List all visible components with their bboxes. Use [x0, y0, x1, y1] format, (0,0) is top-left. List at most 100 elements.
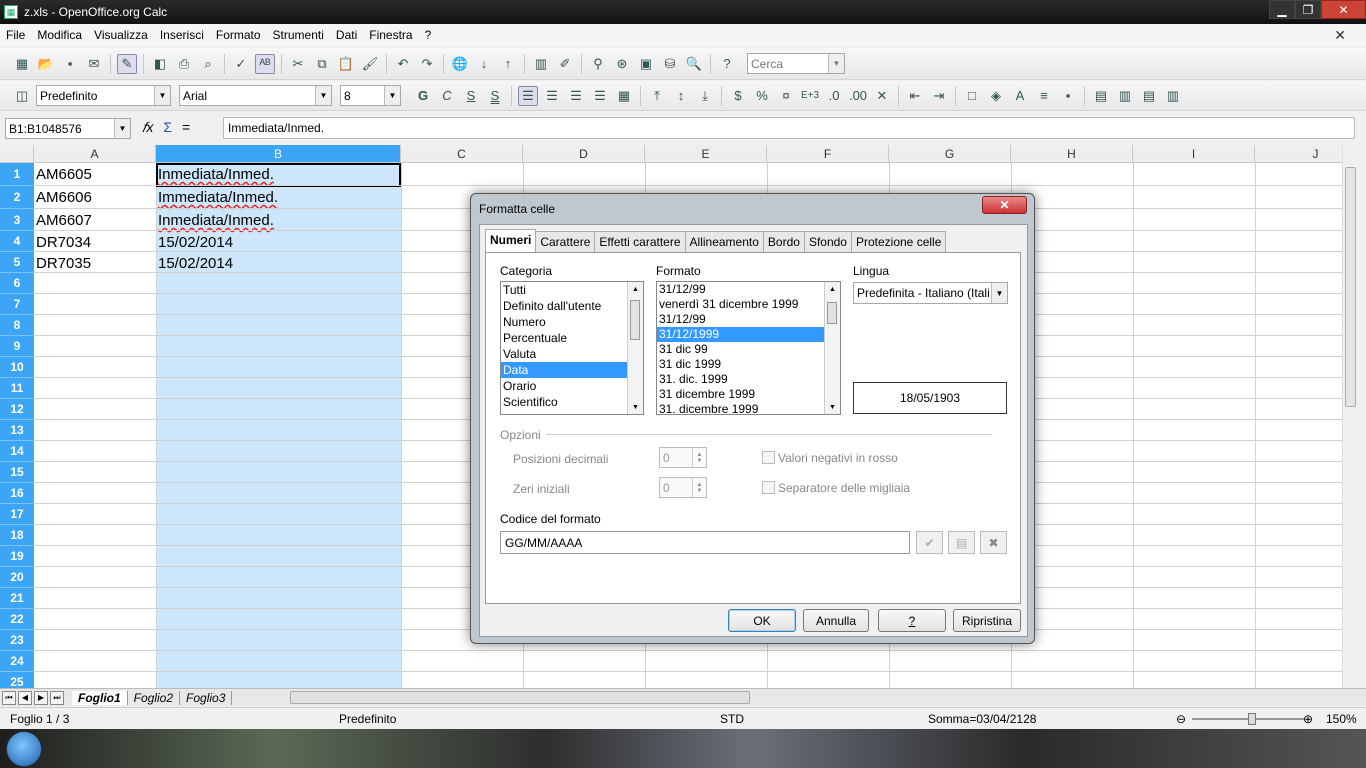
scroll-thumb[interactable] — [630, 300, 640, 340]
tab-sfondo[interactable]: Sfondo — [803, 231, 852, 252]
cell-a4[interactable]: DR7034 — [34, 233, 91, 253]
column-header-b[interactable]: B — [156, 145, 401, 163]
category-list[interactable]: Tutti Definito dall'utente Numero Percen… — [500, 281, 644, 415]
background-color-icon[interactable]: ◈ — [986, 86, 1006, 106]
font-color-icon[interactable]: A — [1010, 86, 1030, 106]
ok-button[interactable]: OK — [728, 609, 796, 632]
tab-allineamento[interactable]: Allineamento — [684, 231, 764, 252]
category-item[interactable]: Numero — [501, 314, 643, 330]
copy-icon[interactable]: ⧉ — [312, 54, 332, 74]
undo-icon[interactable]: ↶ — [393, 54, 413, 74]
category-scrollbar[interactable]: ▲ ▼ — [627, 282, 643, 414]
row-header-17[interactable]: 17 — [0, 504, 34, 525]
italic-icon[interactable]: C — [437, 86, 457, 106]
line-style-icon[interactable]: ≡ — [1034, 86, 1054, 106]
name-box[interactable]: B1:B1048576 ▼ — [5, 118, 131, 139]
format-item[interactable]: 31/12/99 — [657, 282, 840, 297]
sum-icon[interactable]: Σ — [163, 119, 172, 136]
format-scrollbar[interactable]: ▲ ▼ — [824, 282, 840, 414]
add-decimal-icon[interactable]: .0 — [824, 86, 844, 106]
category-item[interactable]: Orario — [501, 378, 643, 394]
row-header-9[interactable]: 9 — [0, 336, 34, 357]
delete-code-icon[interactable]: ✖ — [980, 531, 1007, 554]
prev-sheet-icon[interactable]: ◀ — [18, 690, 32, 705]
format-code-input[interactable]: GG/MM/AAAA — [500, 531, 910, 554]
column-header-f[interactable]: F — [767, 145, 889, 163]
row-header-5[interactable]: 5 — [0, 252, 34, 273]
export-pdf-icon[interactable]: ◧ — [150, 54, 170, 74]
negative-red-checkbox[interactable] — [762, 451, 775, 464]
row-header-23[interactable]: 23 — [0, 630, 34, 651]
row-header-18[interactable]: 18 — [0, 525, 34, 546]
cell-a1[interactable]: AM6605 — [34, 165, 92, 185]
font-size-combo[interactable]: 8 ▼ — [340, 85, 401, 106]
decimals-spinner[interactable]: 0 ▲ ▼ — [659, 447, 707, 468]
insert-column-icon[interactable]: ▥ — [1115, 86, 1135, 106]
justify-icon[interactable]: ☰ — [590, 86, 610, 106]
chevron-down-icon[interactable]: ▼ — [991, 283, 1007, 303]
styles-icon[interactable]: ◫ — [12, 86, 32, 106]
cell-b3[interactable]: Inmediata/Inmed. — [156, 211, 274, 231]
language-combo[interactable]: Predefinita - Italiano (Itali ▼ — [853, 282, 1008, 304]
column-header-i[interactable]: I — [1133, 145, 1255, 163]
scroll-up-icon[interactable]: ▲ — [825, 282, 840, 296]
currency-icon[interactable]: $ — [728, 86, 748, 106]
sort-ascending-icon[interactable]: ↓ — [474, 54, 494, 74]
row-header-1[interactable]: 1 — [0, 163, 34, 186]
format-item[interactable]: venerdì 31 dicembre 1999 — [657, 297, 840, 312]
minimize-button[interactable]: ▁ — [1269, 0, 1295, 19]
gallery-icon[interactable]: ▣ — [636, 54, 656, 74]
row-header-12[interactable]: 12 — [0, 399, 34, 420]
leading-zeros-spinner[interactable]: 0 ▲ ▼ — [659, 477, 707, 498]
row-header-7[interactable]: 7 — [0, 294, 34, 315]
column-header-d[interactable]: D — [523, 145, 645, 163]
category-item[interactable]: Definito dall'utente — [501, 298, 643, 314]
print-icon[interactable]: ⎙ — [174, 54, 194, 74]
help-button[interactable]: ? — [878, 609, 946, 632]
email-icon[interactable]: ✉ — [84, 54, 104, 74]
row-header-8[interactable]: 8 — [0, 315, 34, 336]
column-header-a[interactable]: A — [34, 145, 156, 163]
datasource-icon[interactable]: ⛁ — [660, 54, 680, 74]
column-header-g[interactable]: G — [889, 145, 1011, 163]
borders-icon[interactable]: □ — [962, 86, 982, 106]
align-middle-icon[interactable]: ↕ — [671, 86, 691, 106]
open-icon[interactable]: 📂 — [36, 54, 56, 74]
chevron-down-icon[interactable]: ▼ — [154, 86, 170, 105]
row-header-22[interactable]: 22 — [0, 609, 34, 630]
scroll-up-icon[interactable]: ▲ — [628, 282, 643, 296]
style-combo[interactable]: Predefinito ▼ — [36, 85, 171, 106]
edit-comment-icon[interactable]: ▤ — [948, 531, 975, 554]
cell-b4[interactable]: 15/02/2014 — [156, 233, 233, 253]
cell-b2[interactable]: Immediata/Inmed. — [156, 188, 278, 208]
thousands-separator-checkbox[interactable] — [762, 481, 775, 494]
redo-icon[interactable]: ↷ — [417, 54, 437, 74]
chevron-down-icon[interactable]: ▼ — [384, 86, 400, 105]
cell-b5[interactable]: 15/02/2014 — [156, 254, 233, 274]
maximize-button[interactable]: ❐ — [1295, 0, 1321, 19]
menu-finestra[interactable]: Finestra — [369, 28, 412, 42]
column-header-h[interactable]: H — [1011, 145, 1133, 163]
chart-icon[interactable]: ▥ — [531, 54, 551, 74]
standard-format-icon[interactable]: ¤ — [776, 86, 796, 106]
start-button-icon[interactable] — [6, 731, 42, 767]
cell-a2[interactable]: AM6606 — [34, 188, 92, 208]
column-header-c[interactable]: C — [401, 145, 523, 163]
format-item[interactable]: 31/12/99 — [657, 312, 840, 327]
tab-effetti-carattere[interactable]: Effetti carattere — [594, 231, 686, 252]
decrease-indent-icon[interactable]: ⇤ — [905, 86, 925, 106]
row-header-16[interactable]: 16 — [0, 483, 34, 504]
row-header-10[interactable]: 10 — [0, 357, 34, 378]
paste-icon[interactable]: 📋 — [336, 54, 356, 74]
align-left-icon[interactable]: ☰ — [518, 85, 538, 106]
category-item-selected[interactable]: Data — [501, 362, 643, 378]
draw-icon[interactable]: ✐ — [555, 54, 575, 74]
border-color-icon[interactable]: ▪ — [1058, 86, 1078, 106]
delete-decimal-icon[interactable]: ✕ — [872, 86, 892, 106]
row-header-20[interactable]: 20 — [0, 567, 34, 588]
scroll-thumb[interactable] — [827, 302, 837, 324]
merge-cells-icon[interactable]: ▦ — [614, 86, 634, 106]
row-header-13[interactable]: 13 — [0, 420, 34, 441]
row-header-24[interactable]: 24 — [0, 651, 34, 672]
search-combo[interactable]: Cerca ▼ — [747, 53, 845, 74]
